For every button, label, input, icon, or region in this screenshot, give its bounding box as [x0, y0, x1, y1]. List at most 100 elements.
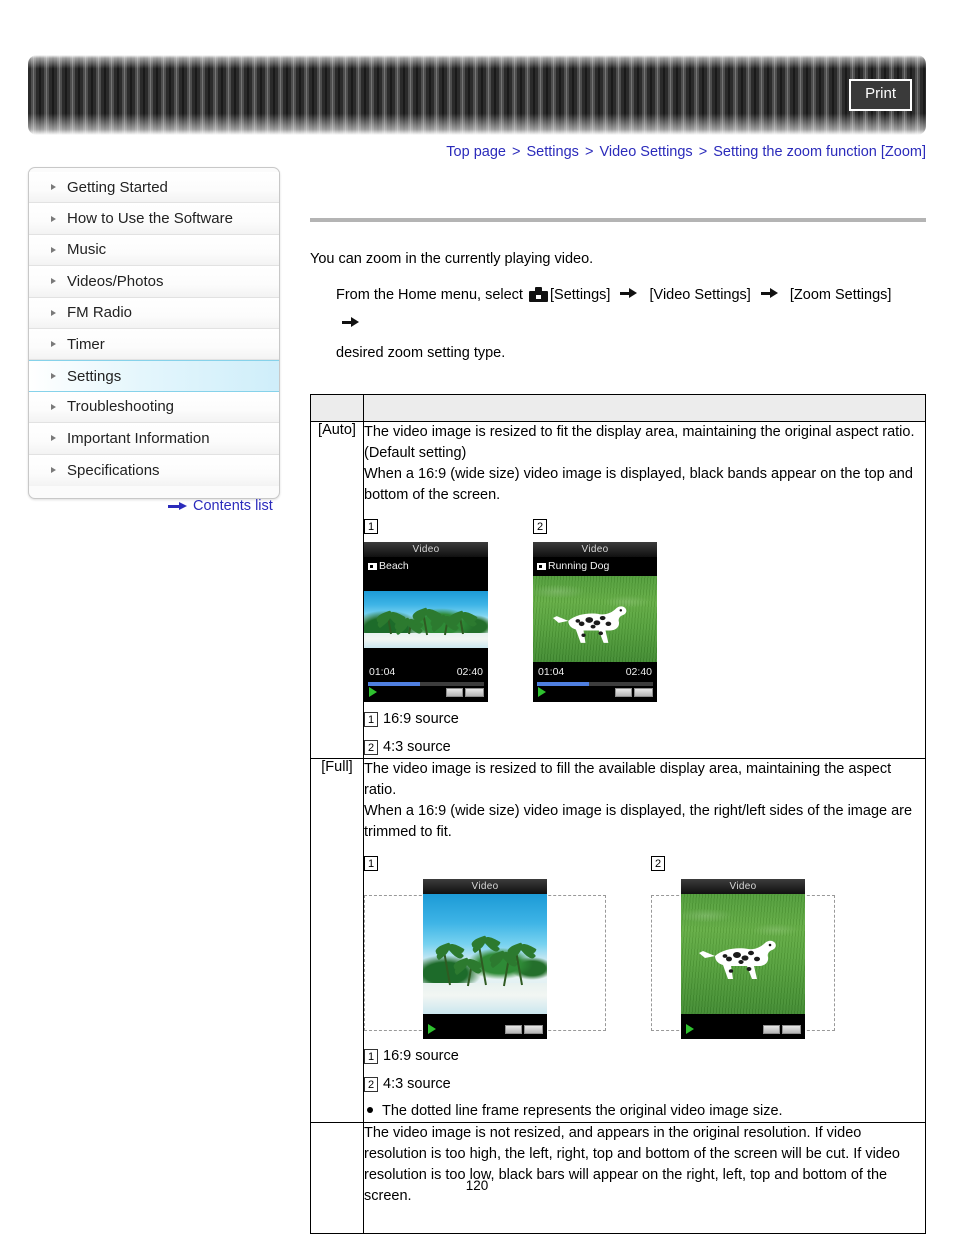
print-button[interactable]: Print	[849, 79, 912, 111]
dalmatian-dog-illustration	[552, 606, 627, 643]
figure-number-badge: 1	[364, 1049, 378, 1065]
figure-number-badge: 2	[651, 856, 665, 872]
chevron-right-icon	[51, 184, 56, 191]
figure-number-badge: 1	[364, 856, 378, 872]
status-badges	[615, 688, 653, 698]
chevron-right-icon	[51, 373, 56, 380]
play-icon	[686, 1024, 694, 1035]
figure-with-original-size-frame: Video	[364, 879, 606, 1040]
running-dog-video-thumbnail	[533, 576, 657, 663]
column-header-mode	[310, 394, 364, 423]
arrow-right-icon	[168, 501, 188, 511]
beach-video-thumbnail	[364, 591, 488, 649]
figure-block: 1 Video	[364, 856, 606, 1040]
sidebar-item-important-information[interactable]: Important Information	[29, 423, 279, 455]
device-video-area	[423, 894, 547, 1015]
page-number: 120	[465, 1178, 489, 1193]
device-screenshot: Video	[423, 879, 547, 1040]
device-screenshot: Video Running Dog 01:04 02:40	[533, 542, 657, 703]
sidebar-item-how-to-use-the-software[interactable]: How to Use the Software	[29, 203, 279, 235]
breadcrumb-item-top-page[interactable]: Top page	[446, 144, 506, 160]
zoom-mode-description-cell: The video image is resized to fill the a…	[363, 758, 926, 1124]
codec-badge-icon	[615, 688, 632, 698]
device-track-title: Beach	[364, 557, 488, 577]
zoom-mode-description-cell: The video image is resized to fit the di…	[363, 421, 926, 760]
status-badges	[505, 1025, 543, 1035]
chevron-right-icon	[51, 467, 56, 474]
breadcrumb-item-video-settings[interactable]: Video Settings	[599, 144, 692, 160]
sidebar-item-music[interactable]: Music	[29, 234, 279, 267]
codec-badge-icon	[446, 688, 463, 698]
device-time-row: 01:04 02:40	[533, 665, 657, 680]
description-line: The video image is resized to fill the a…	[364, 761, 892, 778]
contents-list-link[interactable]: Contents list	[168, 498, 273, 514]
figure-number-badge: 1	[364, 519, 378, 535]
beach-video-thumbnail	[423, 894, 547, 1015]
description-line: ratio.	[364, 782, 397, 799]
arrow-right-icon	[342, 317, 361, 328]
progress-bar[interactable]	[537, 682, 653, 687]
sidebar-item-getting-started[interactable]: Getting Started	[29, 172, 279, 204]
chevron-right-icon	[51, 403, 56, 410]
header-banner: Print	[28, 55, 926, 135]
sidebar-item-label: How to Use the Software	[67, 210, 233, 228]
content-divider	[310, 218, 926, 222]
description-line: resolution is too high, the left, right,…	[364, 1146, 900, 1163]
device-track-title: Running Dog	[533, 557, 657, 577]
device-title-bar: Video	[423, 879, 547, 895]
sidebar-item-label: Getting Started	[67, 178, 168, 196]
sidebar-item-settings[interactable]: Settings	[29, 360, 279, 392]
sidebar-item-videos-photos[interactable]: Videos/Photos	[29, 266, 279, 298]
figure-number-badge: 1	[364, 712, 378, 728]
zoom-settings-table: [Auto] The video image is resized to fit …	[310, 394, 926, 1235]
figure-block: 1 Video Beach 01:04 02:40	[364, 519, 488, 703]
description-line: When a 16:9 (wide size) video image is d…	[364, 466, 913, 483]
figure-with-original-size-frame: Video	[651, 879, 893, 1040]
status-badges	[446, 688, 484, 698]
sidebar-item-troubleshooting[interactable]: Troubleshooting	[29, 391, 279, 424]
table-row: [Auto] The video image is resized to fit …	[310, 421, 926, 760]
device-track-title-label: Beach	[379, 559, 409, 572]
chevron-right-icon	[51, 341, 56, 348]
arrow-right-icon	[760, 288, 780, 299]
sidebar-item-label: Videos/Photos	[67, 272, 164, 290]
contents-list-label: Contents list	[193, 498, 273, 514]
elapsed-time: 01:04	[369, 666, 396, 679]
device-title-bar: Video	[681, 879, 805, 895]
table-header-row	[310, 394, 926, 423]
device-track-title-label: Running Dog	[548, 559, 610, 572]
chevron-right-icon	[51, 309, 56, 316]
progress-bar[interactable]	[368, 682, 484, 687]
device-playback-controls: 01:04 02:40	[364, 662, 488, 703]
device-title-bar: Video	[533, 542, 657, 558]
running-dog-video-thumbnail	[681, 894, 805, 1015]
zoom-mode-label: [Full]	[310, 758, 364, 1124]
sidebar-item-fm-radio[interactable]: FM Radio	[29, 297, 279, 329]
description-line: The video image is resized to fit the di…	[364, 424, 915, 441]
sidebar-item-timer[interactable]: Timer	[29, 328, 279, 361]
note-text: The dotted line frame represents the ori…	[382, 1103, 783, 1120]
total-time: 02:40	[456, 666, 483, 679]
breadcrumb-item-settings[interactable]: Settings	[527, 144, 579, 160]
figure-number-badge: 2	[364, 740, 378, 756]
sidebar-item-label: FM Radio	[67, 304, 133, 322]
description-line: (Default setting)	[364, 445, 467, 462]
sidebar-item-specifications[interactable]: Specifications	[29, 454, 279, 486]
figure-number-badge: 2	[533, 519, 547, 535]
breadcrumb-item-current-page[interactable]: Setting the zoom function [Zoom]	[713, 144, 926, 160]
device-title-bar: Video	[364, 542, 488, 558]
chevron-right-icon	[51, 246, 56, 253]
figure-caption-label: 16:9 source	[383, 1048, 459, 1065]
description-line: The video image is not resized, and appe…	[364, 1125, 862, 1142]
procedure-steps: From the Home menu, select [Settings] [V…	[336, 281, 926, 368]
figure-caption-label: 4:3 source	[383, 1076, 451, 1093]
breadcrumb-separator: >	[512, 144, 521, 160]
battery-badge-icon	[465, 688, 484, 698]
device-playback-controls	[423, 1014, 547, 1040]
chevron-right-icon	[51, 435, 56, 442]
device-time-row: 01:04 02:40	[364, 665, 488, 680]
figure-caption-label: 4:3 source	[383, 739, 451, 756]
description-line: trimmed to fit.	[364, 824, 452, 841]
sidebar-item-label: Troubleshooting	[67, 398, 175, 416]
video-file-icon	[537, 563, 546, 571]
